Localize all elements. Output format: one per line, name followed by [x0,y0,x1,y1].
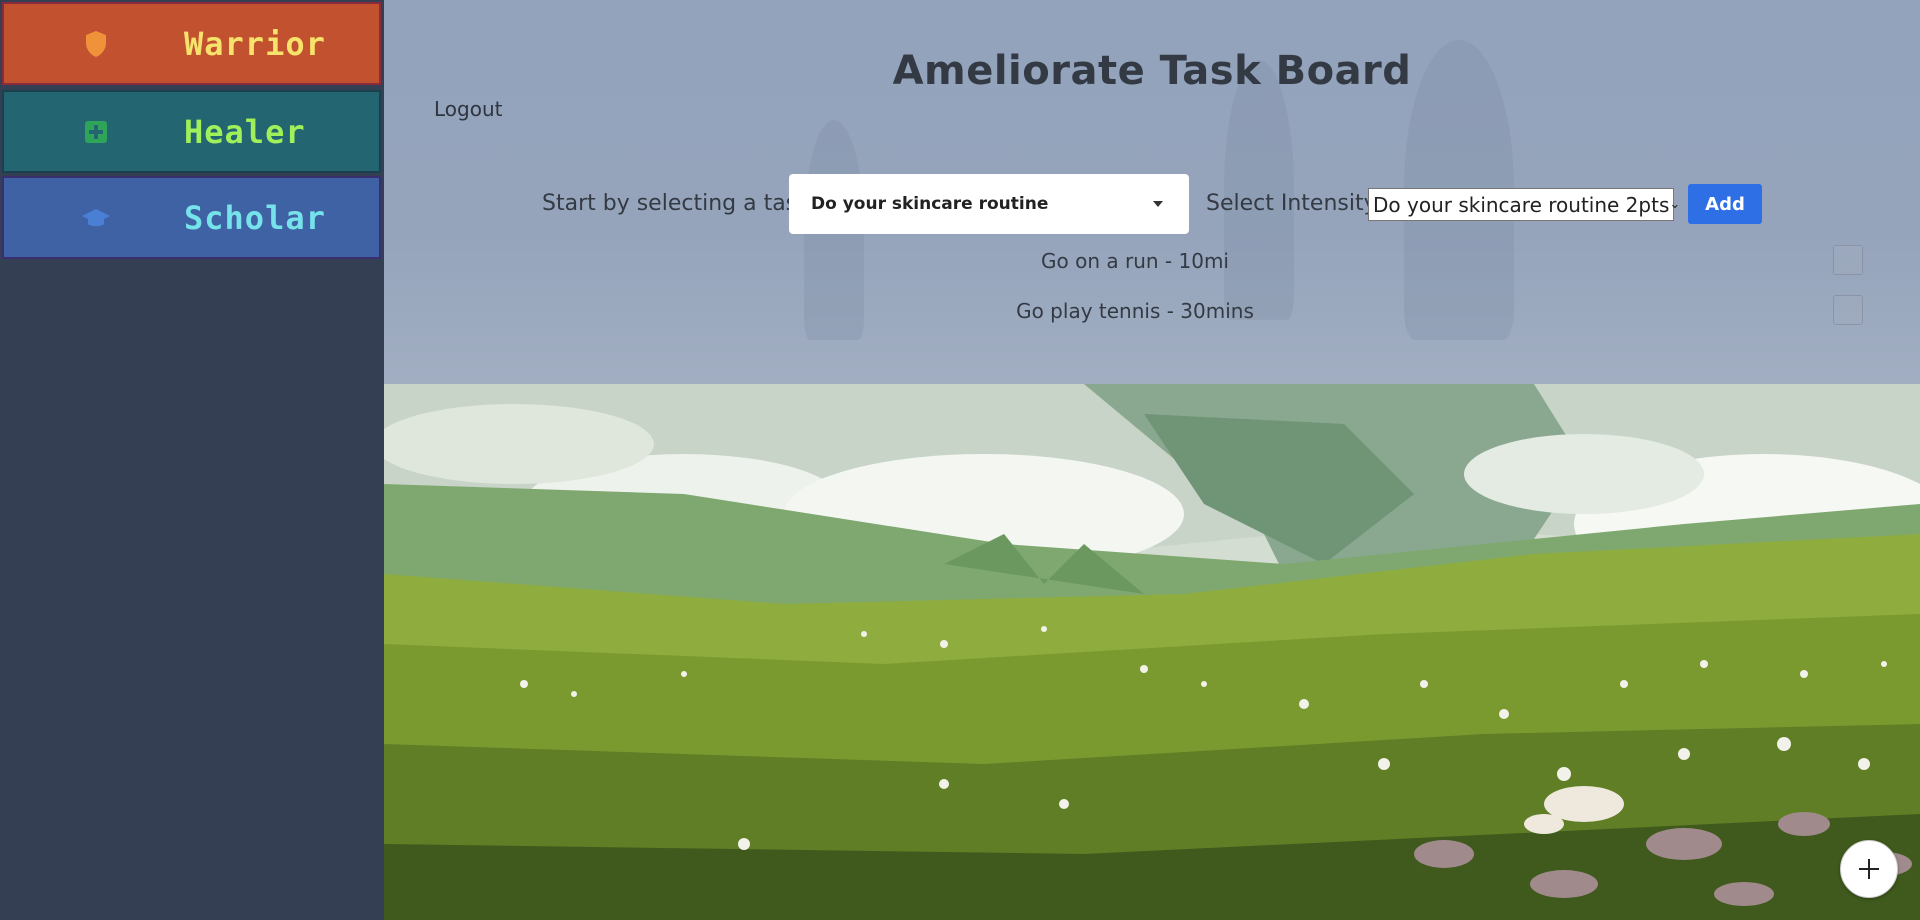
meadow-background-image [384,384,1920,920]
class-warrior-button[interactable]: Warrior [2,2,381,85]
sidebar: Warrior Healer Scholar [0,0,385,920]
graduation-cap-icon [56,207,136,229]
main-content: Ameliorate Task Board Logout Start by se… [384,0,1920,920]
class-scholar-button[interactable]: Scholar [2,176,381,259]
task-item-text: Go on a run - 10mi [1041,249,1229,273]
add-task-button[interactable]: Add [1688,184,1762,224]
class-warrior-label: Warrior [184,24,326,63]
intensity-select[interactable]: Do your skincare routine 2pts ⌄ [1368,188,1680,221]
task-form: Start by selecting a task Do your skinca… [384,174,1920,234]
task-item: Go play tennis - 30mins [384,291,1920,331]
add-floating-button[interactable] [1840,840,1898,898]
page-title: Ameliorate Task Board [892,48,1412,94]
task-complete-checkbox[interactable] [1833,245,1863,275]
task-board-header: Ameliorate Task Board Logout Start by se… [384,0,1920,384]
medical-cross-icon [56,120,136,144]
task-complete-checkbox[interactable] [1833,295,1863,325]
intensity-select-value: Do your skincare routine 2pts [1373,192,1670,217]
chevron-down-icon: ⌄ [1669,197,1681,212]
class-healer-button[interactable]: Healer [2,90,381,173]
task-select-value: Do your skincare routine [811,194,1049,214]
shield-icon [56,30,136,58]
task-select-label: Start by selecting a task [542,191,810,216]
logout-link[interactable]: Logout [434,97,502,121]
plus-icon [1859,859,1879,879]
task-select[interactable]: Do your skincare routine [789,174,1189,234]
task-item: Go on a run - 10mi [384,241,1920,281]
class-scholar-label: Scholar [184,198,326,237]
task-item-text: Go play tennis - 30mins [1016,299,1254,323]
intensity-select-label: Select Intensity [1206,191,1377,216]
class-healer-label: Healer [184,112,306,151]
chevron-down-icon [1153,201,1163,207]
